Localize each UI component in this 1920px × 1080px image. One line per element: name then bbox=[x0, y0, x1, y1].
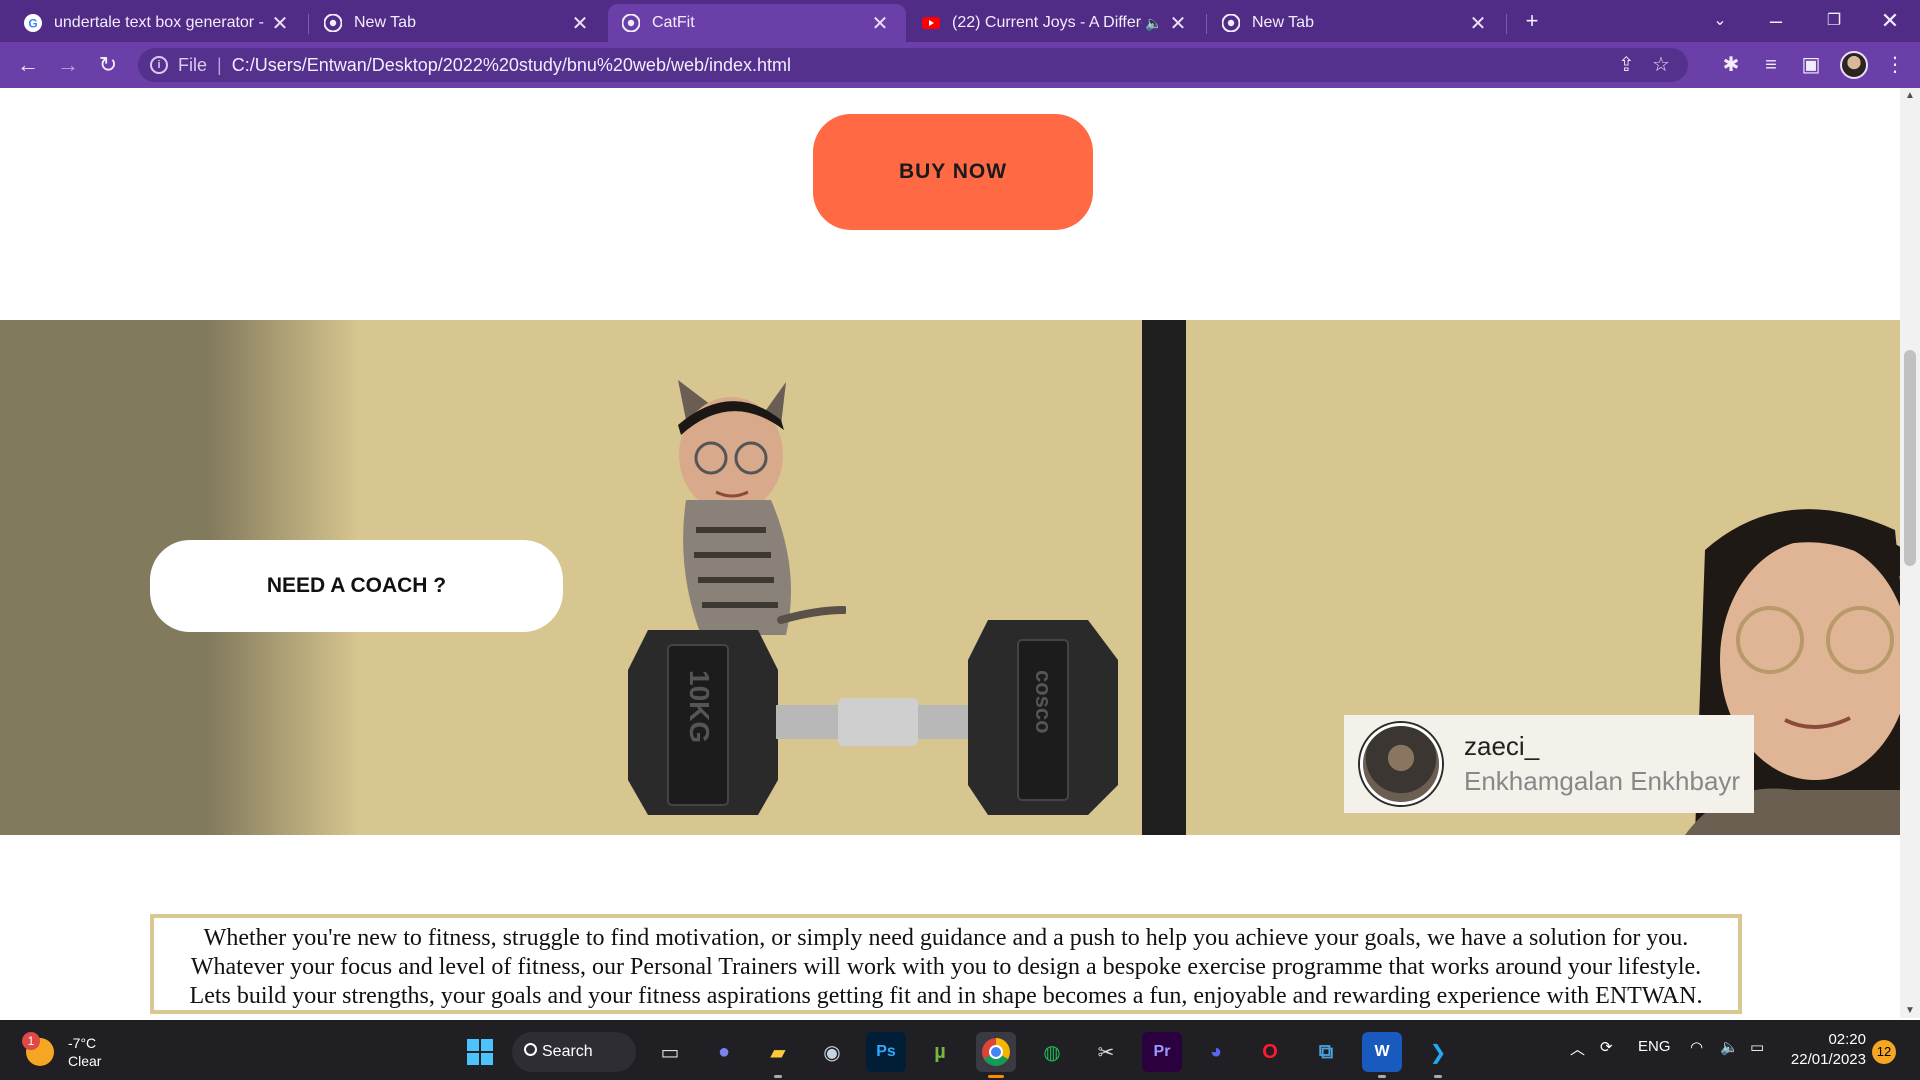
weather-widget[interactable]: 1 -7°C Clear bbox=[22, 1032, 102, 1070]
coach-avatar bbox=[1360, 723, 1442, 805]
intro-line: Whether you're new to fitness, struggle … bbox=[203, 925, 1689, 951]
tab-catfit[interactable]: CatFit ✕ bbox=[608, 4, 906, 42]
snipping-tool-icon[interactable]: ✂ bbox=[1086, 1032, 1126, 1072]
browser-toolbar: ← → ↻ i File | C:/Users/Entwan/Desktop/2… bbox=[0, 42, 1920, 88]
back-arrow-icon[interactable]: ← bbox=[12, 50, 44, 80]
language-indicator[interactable]: ENG bbox=[1638, 1038, 1671, 1055]
sync-icon[interactable]: ⟳ bbox=[1600, 1038, 1613, 1056]
close-tab-icon[interactable]: ✕ bbox=[268, 11, 292, 36]
url-separator: | bbox=[217, 54, 222, 75]
premiere-pro-icon[interactable]: Pr bbox=[1142, 1032, 1182, 1072]
word-icon[interactable]: W bbox=[1362, 1032, 1402, 1078]
task-view-icon[interactable]: ▭ bbox=[650, 1032, 690, 1072]
extensions-puzzle-icon[interactable]: ✱ bbox=[1716, 50, 1746, 80]
coach-handle: zaeci_ bbox=[1464, 731, 1540, 761]
scroll-down-arrow-icon[interactable]: ▼ bbox=[1900, 1005, 1920, 1016]
dumbbell-image: 10KG cosco bbox=[628, 620, 1118, 815]
windows-taskbar: 1 -7°C Clear Search ▭ ● ▰ ◉ Ps µ ◍ ✂ Pr … bbox=[0, 1020, 1920, 1080]
info-icon[interactable]: i bbox=[150, 56, 168, 74]
buy-now-button[interactable]: BUY NOW bbox=[813, 114, 1093, 230]
chrome-icon bbox=[622, 14, 640, 32]
tab-title: New Tab bbox=[1252, 14, 1314, 31]
url-text[interactable]: C:/Users/Entwan/Desktop/2022%20study/bnu… bbox=[232, 55, 791, 76]
search-icon bbox=[524, 1043, 537, 1056]
file-explorer-icon[interactable]: ▰ bbox=[758, 1032, 798, 1078]
wifi-icon[interactable]: ◠ bbox=[1690, 1038, 1703, 1056]
scrollbar-thumb[interactable] bbox=[1904, 350, 1916, 566]
taskbar-search[interactable]: Search bbox=[512, 1032, 636, 1072]
vscode-icon[interactable]: ❯ bbox=[1418, 1032, 1458, 1078]
dumbbell-brand-label: cosco bbox=[1031, 670, 1056, 734]
battery-icon[interactable]: ▭ bbox=[1750, 1038, 1764, 1056]
intro-text-box: Whether you're new to fitness, struggle … bbox=[150, 914, 1742, 1014]
weather-condition: Clear bbox=[68, 1053, 102, 1069]
tab-youtube[interactable]: (22) Current Joys - A Differen 🔈 ✕ bbox=[908, 4, 1204, 42]
media-control-icon[interactable]: ≡ bbox=[1756, 50, 1786, 80]
close-tab-icon[interactable]: ✕ bbox=[568, 11, 592, 36]
restore-icon[interactable]: ❐ bbox=[1814, 6, 1854, 36]
opera-icon[interactable]: O bbox=[1250, 1032, 1290, 1072]
intro-line: Whatever your focus and level of fitness… bbox=[190, 954, 1702, 980]
tab-undertale[interactable]: G undertale text box generator - G ✕ bbox=[10, 4, 306, 42]
share-icon[interactable]: ⇪ bbox=[1618, 48, 1635, 82]
system-clock[interactable]: 02:20 22/01/2023 bbox=[1790, 1030, 1866, 1070]
url-scheme: File bbox=[178, 54, 208, 75]
minimize-icon[interactable]: – bbox=[1756, 6, 1796, 36]
menu-kebab-icon[interactable]: ⋮ bbox=[1880, 50, 1910, 80]
tab-new-tab-1[interactable]: New Tab ✕ bbox=[310, 4, 606, 42]
network-tool-icon[interactable]: ⧉ bbox=[1306, 1032, 1346, 1072]
tray-chevron-up-icon[interactable]: ︿ bbox=[1570, 1038, 1585, 1059]
coach-hero-section: NEED A COACH ? 10KG cosco zaeci_ Enkhamg… bbox=[0, 320, 1900, 835]
side-panel-icon[interactable]: ▣ bbox=[1796, 50, 1826, 80]
page-viewport: BUY NOW NEED A COACH ? 10KG cosco zaeci_… bbox=[0, 88, 1900, 1018]
notification-count-badge[interactable]: 12 bbox=[1872, 1040, 1896, 1064]
profile-avatar[interactable] bbox=[1840, 51, 1868, 79]
need-a-coach-button[interactable]: NEED A COACH ? bbox=[150, 540, 563, 632]
volume-icon[interactable]: 🔈 bbox=[1720, 1038, 1739, 1056]
page-scrollbar[interactable]: ▲ ▼ bbox=[1900, 88, 1920, 1018]
address-bar[interactable]: i File | C:/Users/Entwan/Desktop/2022%20… bbox=[138, 48, 1688, 82]
bookmark-star-icon[interactable]: ☆ bbox=[1652, 48, 1670, 82]
audio-playing-icon[interactable]: 🔈 bbox=[1142, 15, 1166, 32]
close-tab-icon[interactable]: ✕ bbox=[868, 11, 892, 36]
weather-badge: 1 bbox=[22, 1032, 40, 1050]
chrome-taskbar-icon[interactable] bbox=[976, 1032, 1016, 1078]
reload-icon[interactable]: ↻ bbox=[92, 50, 124, 80]
tab-title: New Tab bbox=[354, 14, 416, 31]
utorrent-icon[interactable]: µ bbox=[920, 1032, 960, 1072]
tab-title: (22) Current Joys - A Differen bbox=[952, 14, 1142, 31]
steam-icon[interactable]: ◉ bbox=[812, 1032, 852, 1072]
moon-icon: 1 bbox=[22, 1032, 54, 1066]
close-tab-icon[interactable]: ✕ bbox=[1166, 11, 1190, 36]
clock-date: 22/01/2023 bbox=[1790, 1051, 1866, 1068]
forward-arrow-icon[interactable]: → bbox=[52, 50, 84, 80]
teams-chat-icon[interactable]: ● bbox=[704, 1032, 744, 1072]
close-tab-icon[interactable]: ✕ bbox=[1466, 11, 1490, 36]
window-close-icon[interactable]: ✕ bbox=[1870, 6, 1910, 36]
tab-title: undertale text box generator - G bbox=[54, 14, 268, 31]
scroll-up-arrow-icon[interactable]: ▲ bbox=[1900, 90, 1920, 101]
windows-start-icon[interactable] bbox=[460, 1032, 500, 1072]
black-divider-bar bbox=[1142, 320, 1186, 835]
discord-icon[interactable]: ◕ bbox=[1196, 1032, 1236, 1072]
coach-full-name: Enkhamgalan Enkhbayr bbox=[1464, 766, 1741, 796]
clock-time: 02:20 bbox=[1828, 1031, 1866, 1048]
tab-new-tab-2[interactable]: New Tab ✕ bbox=[1208, 4, 1504, 42]
svg-text:G: G bbox=[28, 17, 37, 31]
youtube-icon bbox=[922, 17, 940, 29]
tab-title: CatFit bbox=[652, 14, 695, 31]
dumbbell-weight-label: 10KG bbox=[684, 670, 715, 743]
temperature: -7°C bbox=[68, 1035, 97, 1051]
spotify-icon[interactable]: ◍ bbox=[1032, 1032, 1072, 1072]
chrome-icon bbox=[1222, 14, 1240, 32]
chrome-icon bbox=[324, 14, 342, 32]
tab-search-chevron-icon[interactable]: ⌄ bbox=[1700, 6, 1740, 36]
intro-line: Lets build your strengths, your goals an… bbox=[189, 983, 1703, 1009]
coach-profile-card[interactable]: zaeci_ Enkhamgalan Enkhbayr bbox=[1344, 715, 1754, 813]
google-icon: G bbox=[24, 14, 42, 32]
photoshop-icon[interactable]: Ps bbox=[866, 1032, 906, 1072]
tab-strip: G undertale text box generator - G ✕ New… bbox=[0, 0, 1920, 42]
new-tab-plus-icon[interactable]: + bbox=[1512, 6, 1552, 36]
search-label: Search bbox=[542, 1043, 593, 1060]
